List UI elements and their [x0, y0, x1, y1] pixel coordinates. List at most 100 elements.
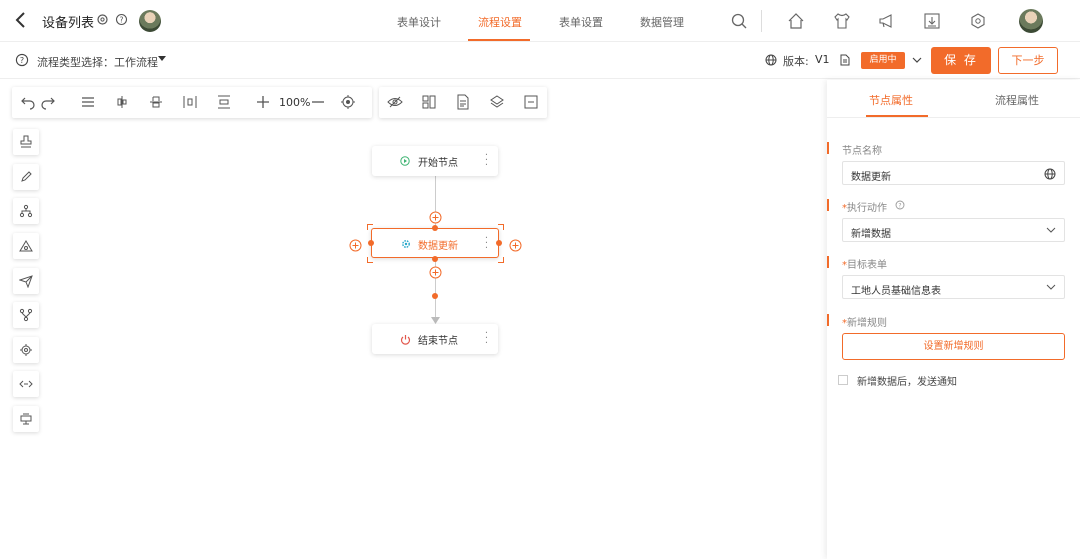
eye-off-icon[interactable] — [387, 94, 403, 110]
connection-handle[interactable] — [432, 256, 438, 262]
end-node[interactable]: 结束节点 · · · — [372, 324, 498, 354]
announcement-icon[interactable] — [877, 11, 897, 31]
selection-corner — [498, 224, 504, 230]
robot-icon — [20, 413, 32, 425]
connection-handle[interactable] — [432, 225, 438, 231]
triangle-icon — [19, 240, 33, 252]
status-badge: 启用中 — [861, 52, 905, 69]
send-icon — [19, 275, 33, 288]
action-select[interactable]: 新增数据 — [842, 218, 1065, 242]
node-palette-fill[interactable] — [13, 164, 39, 190]
tab-node-properties[interactable]: 节点属性 — [869, 92, 913, 108]
chevron-down-icon[interactable] — [912, 56, 922, 64]
distribute-vertical-icon[interactable] — [216, 94, 232, 110]
plus-circle-icon — [509, 239, 522, 252]
align-horizontal-center-icon[interactable] — [148, 94, 164, 110]
play-circle-icon — [400, 156, 410, 166]
help-icon[interactable]: ? — [15, 53, 29, 67]
rule-label: *新增规则 — [842, 318, 887, 329]
distribute-horizontal-icon[interactable] — [182, 94, 198, 110]
document-icon[interactable] — [840, 54, 850, 66]
tab-form-settings[interactable]: 表单设置 — [559, 14, 603, 30]
home-icon[interactable] — [786, 11, 806, 31]
tab-flow-settings[interactable]: 流程设置 — [478, 14, 522, 30]
node-palette-subprocess[interactable] — [13, 406, 39, 432]
node-palette-notify[interactable] — [13, 268, 39, 294]
action-value: 新增数据 — [851, 229, 891, 240]
chevron-down-icon — [1046, 284, 1056, 290]
more-vertical-icon[interactable]: · · · — [485, 151, 488, 171]
canvas-toolbar: 100% — [12, 87, 372, 118]
zoom-out-icon[interactable] — [310, 94, 326, 110]
target-form-select[interactable]: 工地人员基础信息表 — [842, 275, 1065, 299]
link-icon — [19, 380, 33, 388]
svg-text:?: ? — [20, 56, 24, 65]
next-step-button[interactable]: 下一步 — [998, 47, 1058, 74]
settings-hex-icon[interactable] — [968, 11, 988, 31]
help-icon[interactable]: ? — [115, 13, 128, 26]
add-node-right-button[interactable] — [509, 237, 522, 252]
set-rule-button[interactable]: 设置新增规则 — [842, 333, 1065, 360]
save-button[interactable]: 保 存 — [931, 47, 991, 74]
svg-text:?: ? — [120, 15, 124, 24]
flow-subbar: ? 流程类型选择：工作流程 版本: V1 启用中 保 存 下一步 — [0, 42, 1080, 79]
collapse-icon[interactable] — [523, 94, 539, 110]
top-bar: 设备列表 ? 表单设计 流程设置 表单设置 数据管理 — [0, 0, 1080, 42]
minimap-icon[interactable] — [421, 94, 437, 110]
node-name-label: 节点名称 — [842, 146, 882, 157]
start-node[interactable]: 开始节点 · · · — [372, 146, 498, 176]
tab-flow-properties[interactable]: 流程属性 — [995, 92, 1039, 108]
plus-circle-icon — [429, 211, 442, 224]
tab-data-management[interactable]: 数据管理 — [640, 14, 684, 30]
user-avatar[interactable] — [1019, 9, 1043, 33]
node-palette-merge[interactable] — [13, 302, 39, 328]
add-node-left-button[interactable] — [349, 237, 362, 252]
fit-view-icon[interactable] — [340, 94, 356, 110]
caret-down-icon[interactable] — [158, 56, 166, 61]
theme-shirt-icon[interactable] — [832, 11, 852, 31]
back-arrow-icon[interactable] — [14, 10, 28, 30]
node-name-field[interactable]: 数据更新 — [842, 161, 1065, 185]
layers-icon[interactable] — [489, 94, 505, 110]
align-left-icon[interactable] — [80, 94, 96, 110]
document-icon[interactable] — [455, 94, 471, 110]
download-icon[interactable] — [922, 11, 942, 31]
node-name-value: 数据更新 — [851, 172, 891, 183]
connection-handle[interactable] — [432, 293, 438, 299]
node-palette-branch[interactable] — [13, 198, 39, 224]
avatar[interactable] — [139, 10, 161, 32]
align-vertical-center-icon[interactable] — [114, 94, 130, 110]
selection-corner — [498, 257, 504, 263]
target-form-label: *目标表单 — [842, 260, 887, 271]
section-marker — [827, 256, 829, 268]
more-vertical-icon[interactable]: · · · — [485, 234, 488, 254]
target-form-value: 工地人员基础信息表 — [851, 286, 941, 297]
node-palette-condition[interactable] — [13, 233, 39, 259]
data-update-node[interactable]: 数据更新 · · · — [371, 228, 499, 258]
node-palette-data[interactable] — [13, 337, 39, 363]
add-node-button[interactable] — [429, 209, 442, 224]
connection-handle[interactable] — [368, 240, 374, 246]
node-palette-approve[interactable] — [13, 129, 39, 155]
search-icon[interactable] — [729, 11, 749, 31]
properties-panel: 节点属性 流程属性 节点名称 数据更新 *执行动作 ? 新增数据 *目标表单 工… — [827, 80, 1080, 559]
flow-type-select[interactable]: 流程类型选择：工作流程 — [37, 54, 158, 70]
node-palette-link[interactable] — [13, 371, 39, 397]
notify-checkbox[interactable] — [838, 375, 848, 385]
undo-icon[interactable] — [20, 94, 36, 110]
end-node-label: 结束节点 — [418, 336, 458, 347]
section-marker — [827, 142, 829, 154]
selection-corner — [367, 257, 373, 263]
tab-form-design[interactable]: 表单设计 — [397, 14, 441, 30]
divider — [827, 117, 1080, 118]
globe-icon[interactable] — [1044, 168, 1056, 180]
settings-icon[interactable] — [96, 13, 109, 26]
zoom-in-icon[interactable] — [255, 94, 271, 110]
version-value: V1 — [815, 53, 830, 66]
add-node-button[interactable] — [429, 264, 442, 279]
more-vertical-icon[interactable]: · · · — [485, 329, 488, 349]
gear-icon — [402, 240, 410, 248]
redo-icon[interactable] — [40, 94, 56, 110]
help-icon[interactable]: ? — [895, 200, 905, 210]
connection-handle[interactable] — [496, 240, 502, 246]
